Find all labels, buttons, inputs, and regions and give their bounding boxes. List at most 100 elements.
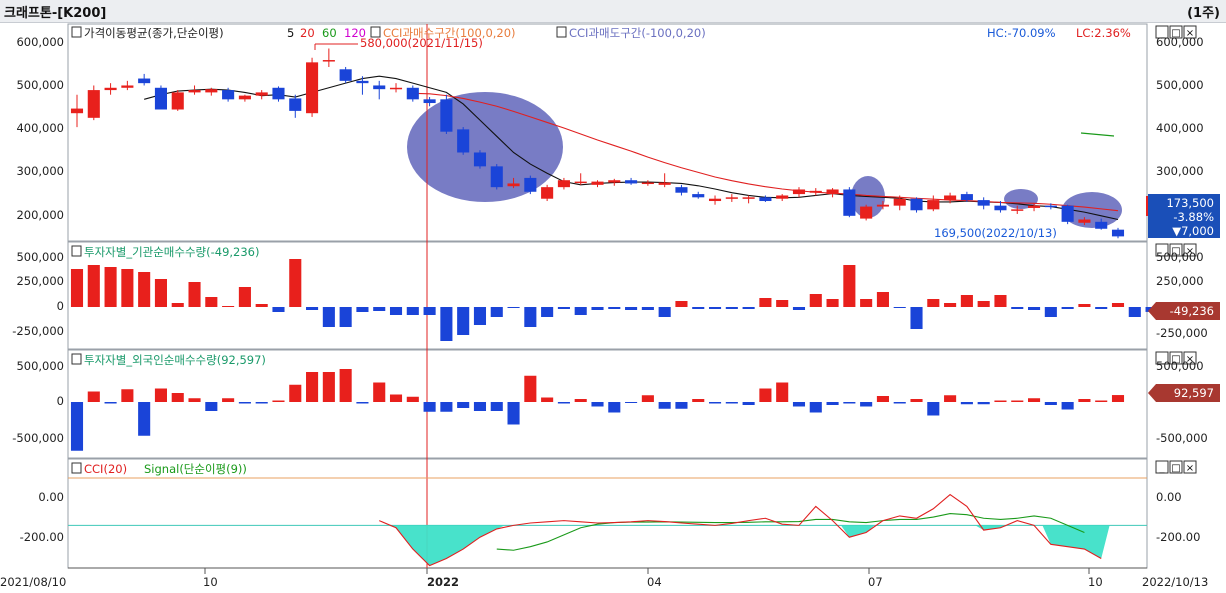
volume-bar bbox=[524, 307, 537, 327]
volume-bar bbox=[306, 372, 319, 402]
volume-bar bbox=[876, 396, 889, 402]
candle-body bbox=[1078, 219, 1091, 223]
candle-body bbox=[843, 189, 856, 216]
candle-body bbox=[675, 187, 688, 193]
volume-bar bbox=[389, 394, 403, 402]
volume-bar bbox=[625, 402, 638, 403]
cci-legend-label: CCI(20) bbox=[84, 462, 127, 476]
volume-bar bbox=[1011, 307, 1024, 309]
candle-body bbox=[389, 87, 403, 90]
volume-bar bbox=[994, 295, 1007, 307]
candle-body bbox=[490, 166, 503, 188]
y-tick-label: 400,000 bbox=[1156, 121, 1204, 135]
legend-check-icon[interactable] bbox=[71, 353, 82, 365]
y-tick-label: 500,000 bbox=[16, 359, 64, 373]
candle-body bbox=[272, 87, 285, 100]
volume-bar bbox=[708, 307, 722, 309]
volume-bar bbox=[507, 402, 520, 425]
y-tick-label: 500,000 bbox=[1156, 78, 1204, 92]
volume-bar bbox=[1095, 307, 1108, 309]
volume-bar bbox=[255, 402, 268, 404]
volume-bar bbox=[658, 307, 671, 317]
x-tick-label: 2022 bbox=[427, 575, 459, 589]
volume-bar bbox=[742, 307, 755, 309]
candle-body bbox=[742, 197, 755, 199]
candle-body bbox=[356, 80, 369, 84]
volume-bar bbox=[1061, 402, 1074, 410]
candle-body bbox=[658, 182, 671, 185]
y-tick-label: 600,000 bbox=[1156, 35, 1204, 49]
volume-bar bbox=[238, 287, 251, 307]
candle-body bbox=[1044, 205, 1057, 208]
x-tick-label: 10 bbox=[1088, 575, 1103, 589]
volume-bar bbox=[1111, 395, 1125, 402]
candle-body bbox=[1028, 205, 1041, 208]
candle-body bbox=[944, 195, 957, 201]
legend-check-icon[interactable] bbox=[71, 462, 82, 474]
volume-bar bbox=[154, 388, 167, 402]
y-tick-label: 0.00 bbox=[1156, 490, 1182, 504]
candle-body bbox=[306, 62, 319, 114]
volume-bar bbox=[541, 307, 554, 317]
legend-check-icon[interactable] bbox=[556, 26, 567, 38]
volume-bar bbox=[423, 402, 436, 412]
candle-body bbox=[960, 194, 973, 201]
candle-body bbox=[1011, 209, 1024, 211]
volume-bar bbox=[289, 259, 302, 307]
volume-bar bbox=[222, 398, 235, 402]
volume-bar bbox=[675, 402, 688, 409]
x-tick-label: 04 bbox=[647, 575, 662, 589]
volume-bar bbox=[977, 402, 990, 405]
volume-bar bbox=[490, 402, 503, 411]
volume-bar bbox=[893, 307, 906, 308]
pane-button-label: _ bbox=[1159, 463, 1166, 474]
inst-current-value: -49,236 bbox=[1170, 304, 1214, 318]
legend-check-icon[interactable] bbox=[71, 245, 82, 257]
y-tick-label: 0.00 bbox=[38, 490, 64, 504]
volume-bar bbox=[473, 307, 487, 325]
y-tick-label: 500,000 bbox=[1156, 359, 1204, 373]
candle-body bbox=[809, 190, 822, 193]
x-tick-label: 07 bbox=[868, 575, 883, 589]
inst-value-badge: -49,236 bbox=[1148, 302, 1220, 320]
volume-bar bbox=[87, 265, 100, 307]
candle-body bbox=[87, 90, 100, 118]
volume-bar bbox=[809, 294, 822, 307]
candle-body bbox=[205, 89, 218, 93]
volume-bar bbox=[541, 397, 554, 402]
stock-chart[interactable]: 가격이동평균(종가,단순이평) 5 20 60 120 CCI과매수구간(100… bbox=[0, 23, 1226, 593]
period-label[interactable]: (1주) bbox=[1187, 2, 1220, 21]
volume-bar bbox=[1128, 307, 1141, 317]
volume-bar bbox=[373, 307, 386, 311]
volume-bar bbox=[121, 269, 134, 307]
candle-body bbox=[557, 180, 570, 188]
volume-bar bbox=[960, 402, 973, 405]
x-tick-label: 10 bbox=[203, 575, 218, 589]
volume-bar bbox=[205, 297, 218, 307]
volume-bar bbox=[1078, 399, 1091, 402]
volume-bar bbox=[188, 398, 201, 402]
foreign-legend: 투자자별_외국인순매수수량(92,597) bbox=[71, 353, 266, 367]
volume-bar bbox=[322, 372, 335, 402]
volume-bar bbox=[826, 402, 839, 405]
volume-bar bbox=[70, 402, 84, 451]
y-tick-label: -200.00 bbox=[1156, 530, 1200, 544]
volume-bar bbox=[1028, 307, 1041, 310]
candle-body bbox=[876, 204, 889, 207]
legend-check-icon[interactable] bbox=[71, 26, 82, 38]
volume-bar bbox=[1111, 303, 1125, 307]
candle-body bbox=[994, 205, 1007, 211]
volume-bar bbox=[994, 400, 1007, 402]
y-tick-label: -250,000 bbox=[1156, 326, 1208, 340]
cci-legend: CCI(20) Signal(단순이평(9)) bbox=[71, 462, 247, 476]
volume-bar bbox=[910, 399, 923, 402]
candle-body bbox=[860, 206, 873, 219]
y-tick-label: 500,000 bbox=[1156, 250, 1204, 264]
volume-bar bbox=[171, 393, 184, 402]
volume-bar bbox=[591, 402, 604, 407]
volume-bar bbox=[809, 402, 822, 413]
volume-bar bbox=[792, 402, 806, 407]
volume-bar bbox=[339, 369, 352, 402]
candle-body bbox=[927, 200, 940, 210]
signal-legend-label: Signal(단순이평(9)) bbox=[144, 462, 247, 476]
